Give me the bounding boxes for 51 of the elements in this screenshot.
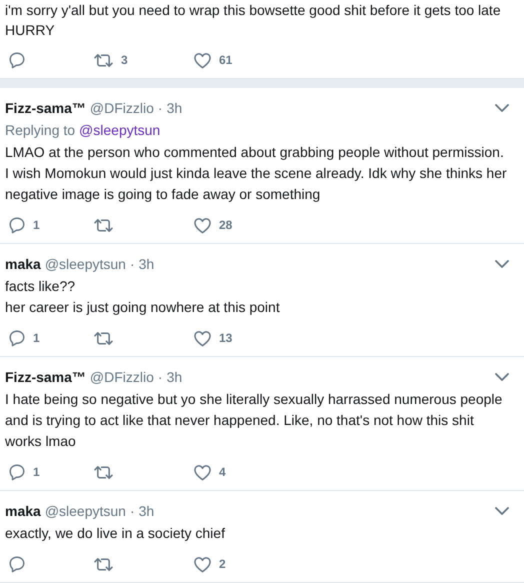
heart-icon <box>193 556 212 572</box>
display-name[interactable]: Fizz-sama™ <box>5 369 86 385</box>
reply-button[interactable]: 1 <box>5 462 40 482</box>
separator-dot: · <box>130 503 135 519</box>
like-button[interactable]: 4 <box>190 462 226 482</box>
like-button[interactable]: 28 <box>190 215 232 235</box>
speech-bubble-icon <box>8 216 26 234</box>
retweet-button[interactable]: 3 <box>90 50 132 70</box>
reply-text: exactly, we do live in a society chief <box>5 524 225 543</box>
reply-text: LMAO at the person who commented about grabbing people without permission. I wish Momokun would just kinda leave the scene already. Idk why she thinks her negative image is going to fade away or something <box>5 143 507 204</box>
timestamp[interactable]: 3h <box>166 100 182 116</box>
timestamp[interactable]: 3h <box>138 503 154 519</box>
retweet-icon <box>93 330 114 346</box>
heart-icon <box>193 464 212 480</box>
retweet-icon <box>93 556 114 572</box>
like-button[interactable]: 61 <box>190 50 232 70</box>
caret-icon[interactable] <box>495 104 509 112</box>
mention-link[interactable]: @sleepytsun <box>79 122 160 138</box>
user-handle[interactable]: @DFizzlio <box>90 100 154 116</box>
separator-dot: · <box>158 100 163 116</box>
reply-button[interactable]: 1 <box>5 328 40 348</box>
display-name[interactable]: Fizz-sama™ <box>5 100 86 116</box>
replying-label: Replying to <box>5 122 76 138</box>
like-button[interactable]: 13 <box>190 328 232 348</box>
tweet-text: i'm sorry y'all but you need to wrap this bowsette good shit before it gets too late HURRY <box>5 1 501 40</box>
retweet-icon <box>93 52 114 68</box>
timestamp[interactable]: 3h <box>138 256 154 272</box>
heart-icon <box>193 330 212 346</box>
user-handle[interactable]: @sleepytsun <box>44 256 126 272</box>
retweet-icon <box>93 216 114 234</box>
display-name[interactable]: maka <box>5 503 41 519</box>
caret-icon[interactable] <box>495 373 509 381</box>
user-handle[interactable]: @sleepytsun <box>44 503 126 519</box>
reply-button[interactable]: 1 <box>5 215 40 235</box>
like-button[interactable]: 2 <box>190 554 226 574</box>
heart-icon <box>193 52 212 68</box>
caret-icon[interactable] <box>495 260 509 268</box>
reply-text: facts like?? her career is just going nowhere at this point <box>5 277 280 317</box>
caret-icon[interactable] <box>495 507 509 515</box>
display-name[interactable]: maka <box>5 256 41 272</box>
reply-text: I hate being so negative but yo she literally sexually harrassed numerous people and is trying to act like that never happened. Like, no that's not how this shit works lmao <box>5 390 502 451</box>
speech-bubble-icon <box>8 463 26 481</box>
separator-dot: · <box>130 256 135 272</box>
speech-bubble-icon <box>8 329 26 347</box>
retweet-icon <box>93 464 114 480</box>
user-handle[interactable]: @DFizzlio <box>90 369 154 385</box>
separator-dot: · <box>158 369 163 385</box>
timestamp[interactable]: 3h <box>166 369 182 385</box>
heart-icon <box>193 216 212 234</box>
speech-bubble-icon <box>8 555 26 573</box>
speech-bubble-icon <box>8 51 26 69</box>
